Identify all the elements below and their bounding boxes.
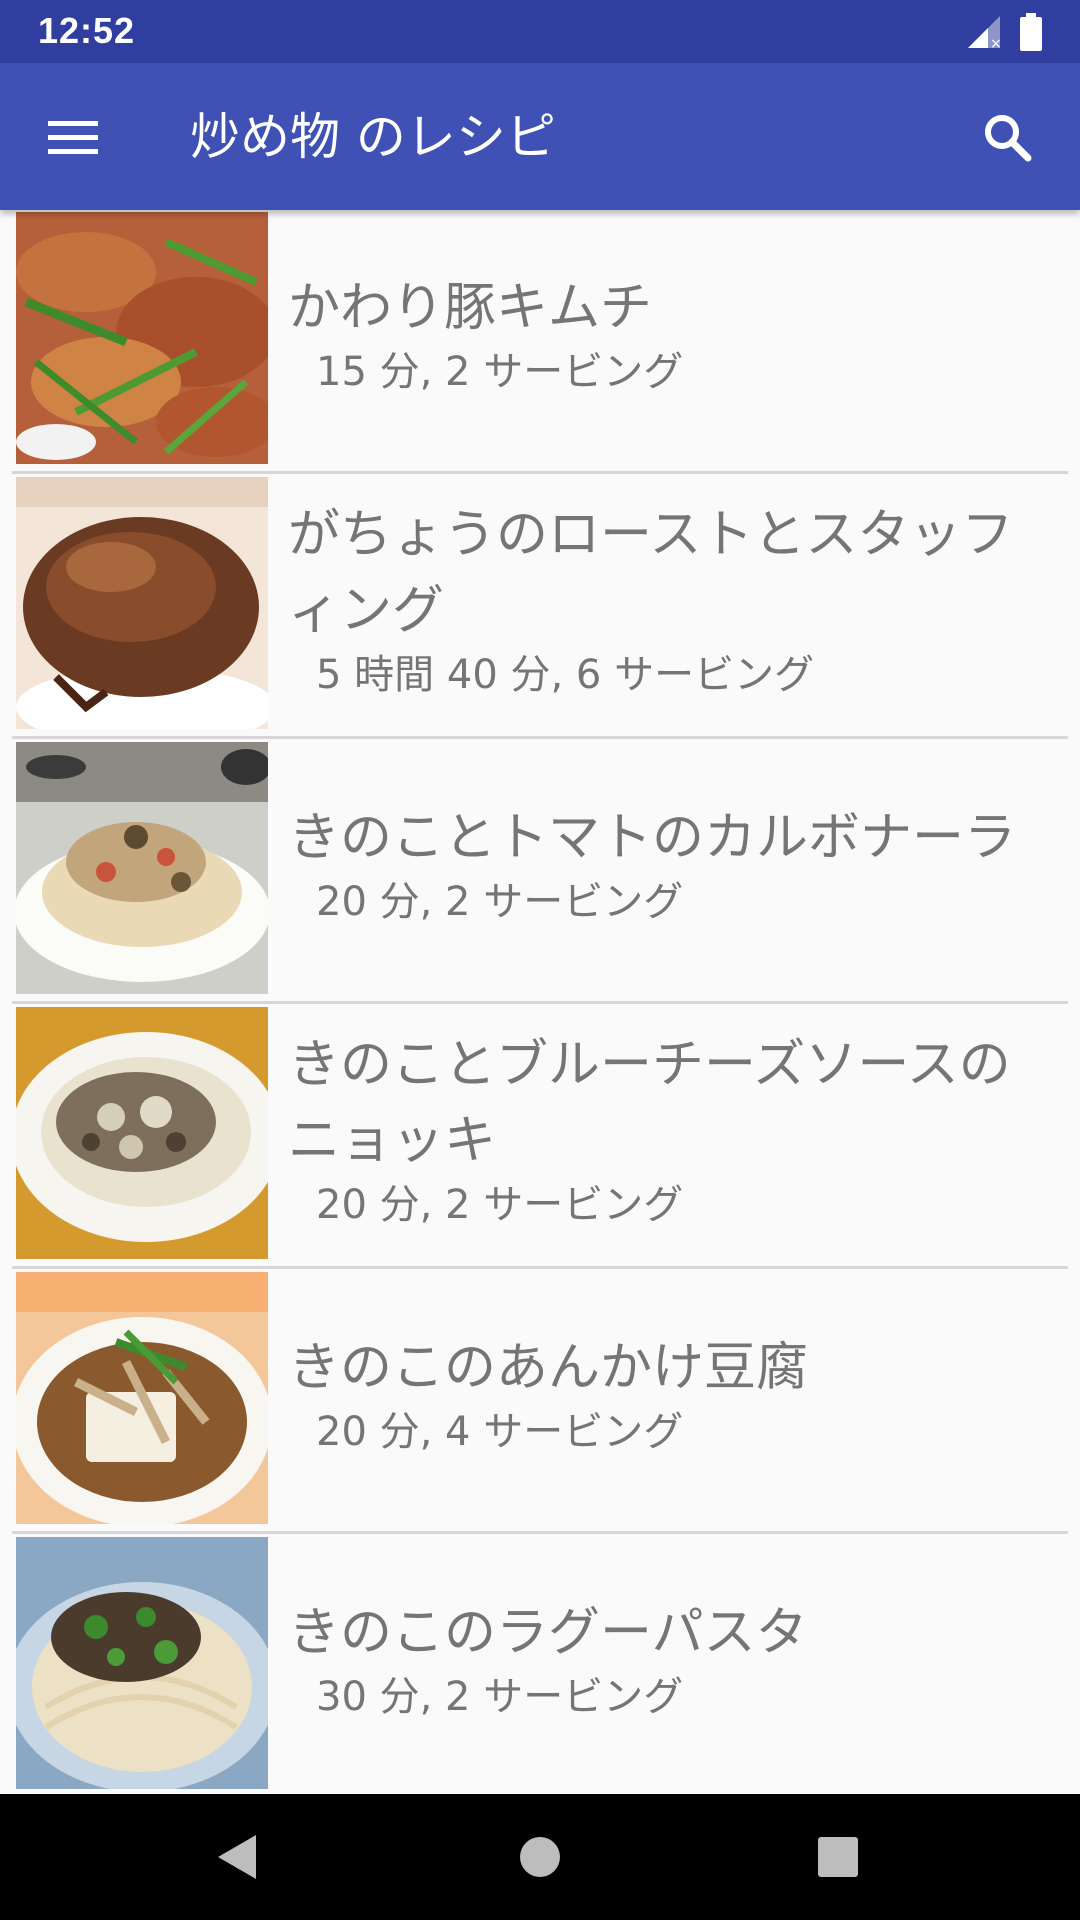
signal-off-icon: × xyxy=(968,16,1002,50)
recipe-title: きのこのラグーパスタ xyxy=(288,1603,808,1663)
status-icons: × xyxy=(966,12,1042,52)
menu-button[interactable] xyxy=(30,105,114,169)
svg-text:×: × xyxy=(990,36,1002,50)
page-title: 炒め物 のレシピ xyxy=(190,108,556,166)
recipe-meta: 15 分, 2 サービング xyxy=(316,349,684,395)
app-bar: 炒め物 のレシピ xyxy=(0,63,1080,210)
status-time: 12:52 xyxy=(38,10,136,51)
recipe-text: きのことブルーチーズソースのニョッキ 20 分, 2 サービング xyxy=(288,1027,1044,1231)
recipe-title: がちょうのローストとスタッフィング xyxy=(288,505,1014,641)
hamburger-menu-icon xyxy=(48,121,98,154)
search-icon xyxy=(985,115,1032,162)
recipe-meta: 20 分, 2 サービング xyxy=(316,879,684,925)
battery-icon xyxy=(1020,13,1042,51)
navigation-bar xyxy=(0,1794,1080,1920)
recipe-meta: 20 分, 2 サービング xyxy=(316,1182,684,1228)
status-bar: 12:52 × xyxy=(0,0,1080,63)
recipe-item[interactable]: きのこのあんかけ豆腐 20 分, 4 サービング xyxy=(12,1270,1068,1534)
recipe-text: かわり豚キムチ 15 分, 2 サービング xyxy=(288,270,1044,398)
recipe-item[interactable]: がちょうのローストとスタッフィング 5 時間 40 分, 6 サービング xyxy=(12,475,1068,739)
recipe-title: きのこのあんかけ豆腐 xyxy=(288,1338,809,1398)
recipe-item[interactable]: きのことブルーチーズソースのニョッキ 20 分, 2 サービング xyxy=(12,1005,1068,1269)
recents-button[interactable] xyxy=(808,1827,868,1887)
recipe-text: きのこのラグーパスタ 30 分, 2 サービング xyxy=(288,1595,1044,1723)
back-triangle-icon xyxy=(218,1835,256,1879)
home-circle-icon xyxy=(520,1837,560,1877)
recipe-meta: 30 分, 2 サービング xyxy=(316,1674,684,1720)
recents-square-icon xyxy=(818,1837,858,1877)
recipe-list[interactable]: かわり豚キムチ 15 分, 2 サービング がちょうのローストとスタッフィング … xyxy=(0,210,1080,1794)
back-button[interactable] xyxy=(208,1827,268,1887)
recipe-text: きのことトマトのカルボナーラ 20 分, 2 サービング xyxy=(288,800,1044,928)
roast-goose-photo xyxy=(16,477,268,729)
recipe-item[interactable]: かわり豚キムチ 15 分, 2 サービング xyxy=(12,210,1068,474)
recipe-title: きのことブルーチーズソースのニョッキ xyxy=(288,1035,1011,1171)
search-button[interactable] xyxy=(966,105,1050,169)
recipe-meta: 5 時間 40 分, 6 サービング xyxy=(316,652,815,698)
recipe-title: きのことトマトのカルボナーラ xyxy=(288,808,1017,868)
pork-kimchi-photo xyxy=(16,212,268,464)
home-button[interactable] xyxy=(510,1827,570,1887)
mushroom-ragu-pasta-photo xyxy=(16,1537,268,1789)
mushroom-carbonara-photo xyxy=(16,742,268,994)
recipe-text: きのこのあんかけ豆腐 20 分, 4 サービング xyxy=(288,1330,1044,1458)
recipe-text: がちょうのローストとスタッフィング 5 時間 40 分, 6 サービング xyxy=(288,497,1044,701)
mushroom-tofu-photo xyxy=(16,1272,268,1524)
recipe-item[interactable]: きのこのラグーパスタ 30 分, 2 サービング xyxy=(12,1535,1068,1794)
recipe-meta: 20 分, 4 サービング xyxy=(316,1409,684,1455)
mushroom-gnocchi-photo xyxy=(16,1007,268,1259)
recipe-title: かわり豚キムチ xyxy=(288,278,653,338)
recipe-item[interactable]: きのことトマトのカルボナーラ 20 分, 2 サービング xyxy=(12,740,1068,1004)
